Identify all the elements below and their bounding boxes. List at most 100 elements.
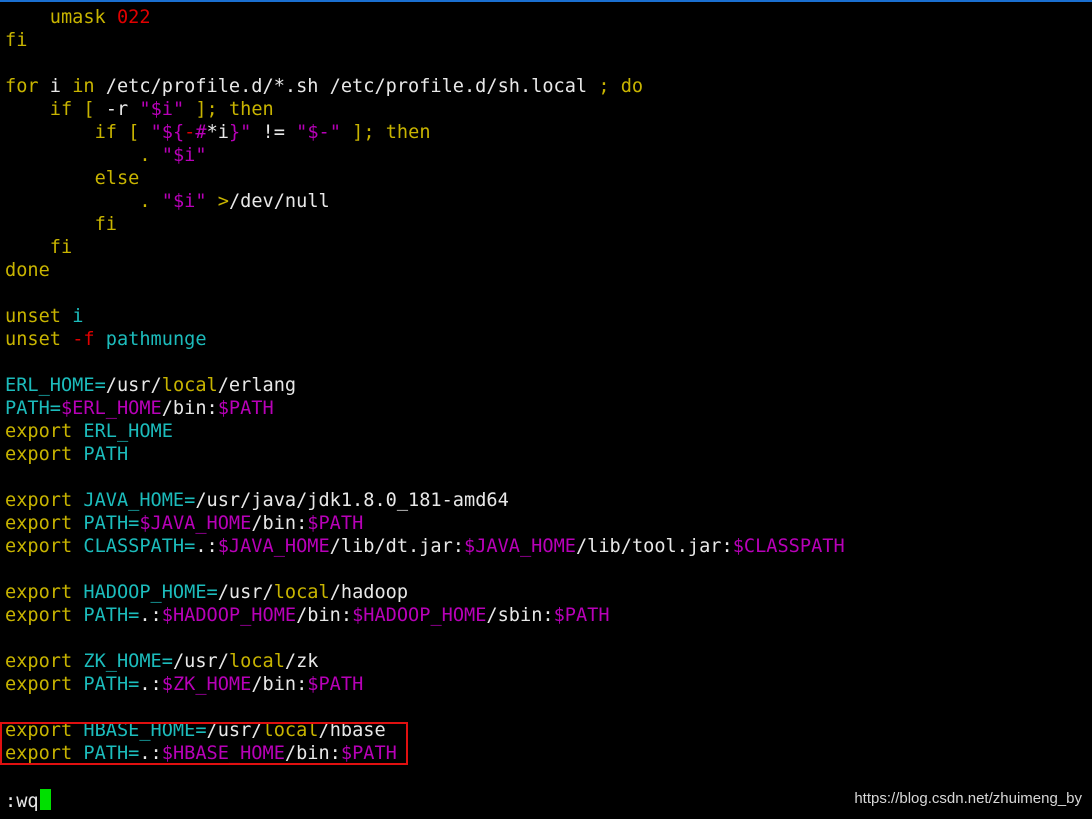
code-token: local xyxy=(273,582,330,603)
vim-command-line[interactable]: :wq xyxy=(5,789,51,812)
code-line: export CLASSPATH=.:$JAVA_HOME/lib/dt.jar… xyxy=(5,535,1090,558)
code-token: export xyxy=(5,490,73,511)
code-token: -f xyxy=(72,329,95,350)
code-token: [ xyxy=(83,99,95,120)
code-token: /etc/profile.d/*.sh /etc/profile.d/sh.lo… xyxy=(94,76,599,97)
code-token: /bin: xyxy=(161,398,218,419)
code-line: export ZK_HOME=/usr/local/zk xyxy=(5,650,1090,673)
code-line: for i in /etc/profile.d/*.sh /etc/profil… xyxy=(5,75,1090,98)
code-token: PATH xyxy=(5,398,50,419)
code-token: } xyxy=(228,122,241,143)
code-token: = xyxy=(184,536,196,557)
code-token: then xyxy=(385,122,431,143)
code-token: unset xyxy=(5,306,61,327)
code-token: else xyxy=(94,168,140,189)
code-token: $ERL_HOME xyxy=(60,398,162,419)
code-token: /usr/ xyxy=(105,375,162,396)
code-token: " xyxy=(240,122,252,143)
code-token: $ZK_HOME xyxy=(161,674,252,695)
code-token: export xyxy=(5,605,73,626)
code-token: .: xyxy=(195,536,218,557)
code-token: /bin: xyxy=(251,674,308,695)
code-token: . xyxy=(139,191,151,212)
highlight-box xyxy=(0,722,408,765)
code-token: = xyxy=(161,651,173,672)
code-token: " xyxy=(161,145,173,166)
command-text: :wq xyxy=(5,791,39,812)
code-token: $PATH xyxy=(307,513,364,534)
code-token: " xyxy=(195,145,207,166)
code-token: .: xyxy=(139,674,162,695)
code-token: /lib/dt.jar: xyxy=(329,536,465,557)
code-token: HADOOP_HOME xyxy=(83,582,207,603)
editor-buffer[interactable]: umask 022 fi for i in /etc/profile.d/*.sh… xyxy=(5,6,1090,765)
code-token: $PATH xyxy=(553,605,610,626)
code-token: " xyxy=(195,191,207,212)
code-token: local xyxy=(161,375,218,396)
code-token: /bin: xyxy=(296,605,353,626)
code-token: /hadoop xyxy=(329,582,409,603)
code-line: export JAVA_HOME=/usr/java/jdk1.8.0_181-… xyxy=(5,489,1090,512)
code-token: PATH xyxy=(83,513,129,534)
code-line: . "$i" >/dev/null xyxy=(5,190,1090,213)
code-token: " xyxy=(139,99,151,120)
code-token: ERL_HOME xyxy=(5,375,95,396)
code-token: $PATH xyxy=(217,398,274,419)
code-line: fi xyxy=(5,29,1090,52)
code-token: - xyxy=(184,122,196,143)
code-token: do xyxy=(620,76,644,97)
code-token: fi xyxy=(94,214,117,235)
code-token: export xyxy=(5,513,73,534)
code-line: export ERL_HOME xyxy=(5,420,1090,443)
code-line: export PATH=.:$HADOOP_HOME/bin:$HADOOP_H… xyxy=(5,604,1090,627)
code-token: /sbin: xyxy=(486,605,554,626)
code-token: i xyxy=(72,306,84,327)
code-token: $i xyxy=(172,191,196,212)
code-token: /lib/tool.jar: xyxy=(575,536,733,557)
code-token: for xyxy=(5,76,39,97)
code-line: umask 022 xyxy=(5,6,1090,29)
code-token: = xyxy=(94,375,106,396)
code-token: -r xyxy=(94,99,140,120)
code-token: $i xyxy=(172,145,196,166)
code-token: $JAVA_HOME xyxy=(464,536,576,557)
code-line: else xyxy=(5,167,1090,190)
code-token: PATH xyxy=(83,444,129,465)
code-token: $JAVA_HOME xyxy=(139,513,252,534)
code-token: done xyxy=(5,260,50,281)
code-token: /usr/java/jdk1.8.0_181-amd64 xyxy=(195,490,509,511)
code-line: export HADOOP_HOME=/usr/local/hadoop xyxy=(5,581,1090,604)
code-line: export PATH=.:$ZK_HOME/bin:$PATH xyxy=(5,673,1090,696)
text-cursor xyxy=(39,789,51,810)
code-token: PATH xyxy=(83,605,129,626)
code-line: fi xyxy=(5,236,1090,259)
code-token: " xyxy=(150,122,162,143)
code-token: fi xyxy=(5,30,28,51)
code-line: if [ -r "$i" ]; then xyxy=(5,98,1090,121)
code-line: PATH=$ERL_HOME/bin:$PATH xyxy=(5,397,1090,420)
code-token: ERL_HOME xyxy=(83,421,173,442)
